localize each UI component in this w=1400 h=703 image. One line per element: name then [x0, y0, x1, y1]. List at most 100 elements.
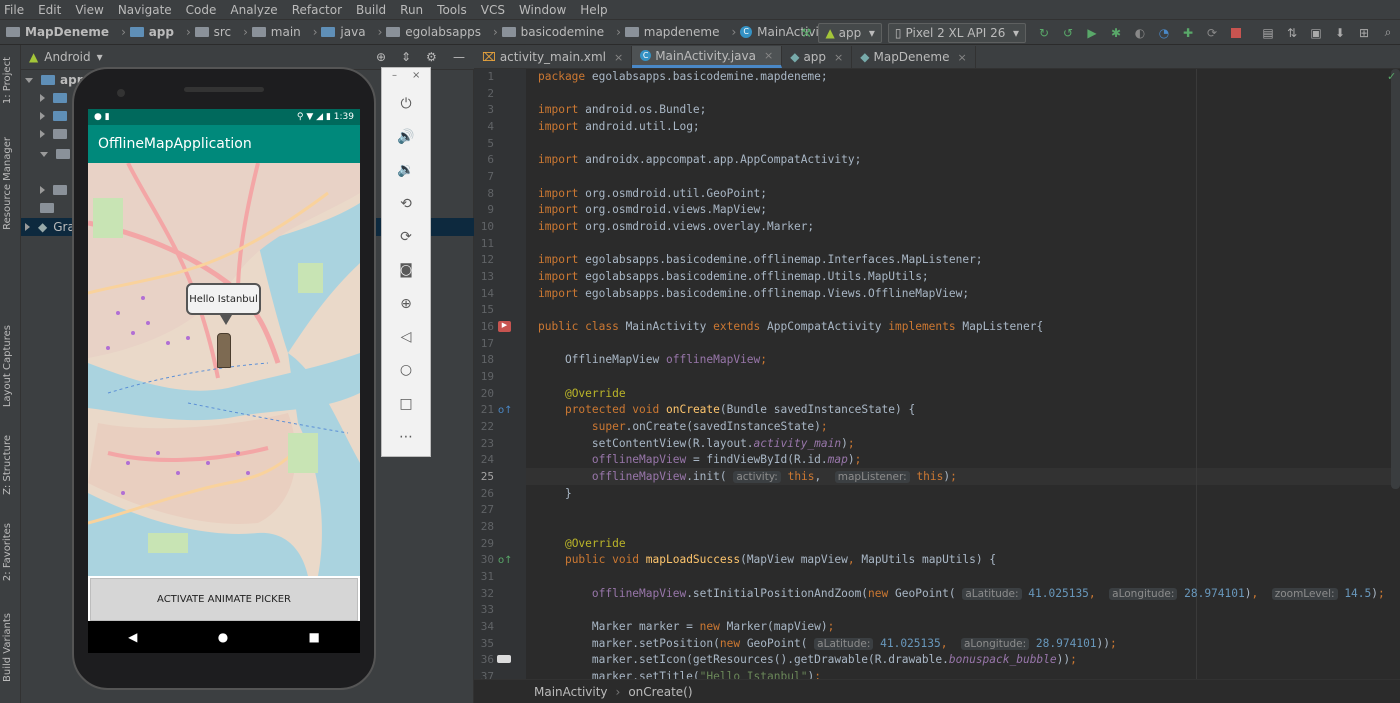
- run-gutter-icon[interactable]: ▶: [498, 321, 511, 332]
- zoom-icon[interactable]: ⊕: [396, 294, 416, 314]
- code-line: offlineMapView.init( activity: this, map…: [591, 470, 957, 483]
- marker-info-bubble[interactable]: Hello Istanbul: [186, 283, 261, 315]
- coverage-icon[interactable]: ◐: [1132, 25, 1148, 41]
- tab-activity-main-xml[interactable]: ⌧ activity_main.xml ×: [474, 46, 633, 68]
- tab-app[interactable]: ◆ app ×: [782, 46, 853, 68]
- tree-item-gradle[interactable]: ◆ Gra: [25, 218, 75, 236]
- scrollbar-thumb[interactable]: [1391, 69, 1400, 489]
- close-icon[interactable]: ×: [834, 51, 843, 64]
- close-icon[interactable]: ×: [764, 49, 773, 62]
- locate-icon[interactable]: ⊕: [376, 50, 386, 64]
- tab-mapdeneme[interactable]: ◆ MapDeneme ×: [852, 46, 976, 68]
- breadcrumb-basicodemine[interactable]: › basicodemine: [487, 25, 604, 39]
- implement-gutter-icon[interactable]: o↑: [498, 555, 513, 566]
- tree-item[interactable]: [40, 107, 72, 125]
- folder-icon: [386, 27, 401, 37]
- breadcrumb-egolabsapps[interactable]: › egolabsapps: [372, 25, 481, 39]
- back-icon[interactable]: ◁: [396, 327, 416, 347]
- overview-icon[interactable]: □: [396, 394, 416, 414]
- close-icon[interactable]: ×: [412, 70, 420, 81]
- line-number: 33: [480, 603, 494, 616]
- home-icon[interactable]: ○: [396, 360, 416, 380]
- rotate-right-icon[interactable]: ⟳: [396, 227, 416, 247]
- breadcrumb-main[interactable]: › main: [237, 25, 301, 39]
- project-view-selector[interactable]: Android: [44, 50, 90, 64]
- tree-item[interactable]: [40, 89, 72, 107]
- breadcrumb-mapdeneme[interactable]: › mapdeneme: [610, 25, 719, 39]
- menu-file[interactable]: File: [4, 3, 24, 17]
- layout-captures-tab[interactable]: Layout Captures: [2, 325, 13, 407]
- sync-icon[interactable]: ⇅: [1284, 25, 1300, 41]
- avd-manager-icon[interactable]: ▣: [1308, 25, 1324, 41]
- rotate-left-icon[interactable]: ⟲: [396, 194, 416, 214]
- back-icon[interactable]: ◀: [128, 630, 137, 644]
- menu-analyze[interactable]: Analyze: [230, 3, 277, 17]
- run-config-dropdown[interactable]: ▲ app ▾: [818, 22, 882, 43]
- volume-down-icon[interactable]: 🔉: [396, 160, 416, 180]
- menu-refactor[interactable]: Refactor: [292, 3, 342, 17]
- collapse-icon[interactable]: ⇕: [401, 50, 411, 64]
- stop-icon[interactable]: [1228, 25, 1244, 41]
- sdk-manager-icon[interactable]: ⬇: [1332, 25, 1348, 41]
- recents-icon[interactable]: ■: [309, 630, 320, 644]
- breadcrumb-src[interactable]: › src: [180, 25, 231, 39]
- tree-item[interactable]: [40, 145, 75, 163]
- close-icon[interactable]: ×: [614, 51, 623, 64]
- more-icon[interactable]: ⋯: [396, 427, 416, 447]
- attach-debugger-icon[interactable]: ✚: [1180, 25, 1196, 41]
- offline-map-view[interactable]: Hello Istanbul: [88, 163, 360, 576]
- tree-item[interactable]: [40, 199, 59, 217]
- run-icon[interactable]: ▶: [1084, 25, 1100, 41]
- galata-tower-marker-icon[interactable]: [217, 333, 231, 368]
- breadcrumb-project[interactable]: MapDeneme: [6, 25, 109, 39]
- gear-icon[interactable]: ⚙: [426, 50, 437, 64]
- apply-changes-icon[interactable]: ↻: [1036, 25, 1052, 41]
- device-dropdown[interactable]: ▯ Pixel 2 XL API 26 ▾: [887, 22, 1026, 43]
- menu-navigate[interactable]: Navigate: [118, 3, 172, 17]
- expand-icon: [25, 223, 30, 231]
- volume-up-icon[interactable]: 🔊: [396, 127, 416, 147]
- menu-view[interactable]: View: [75, 3, 103, 17]
- hide-icon[interactable]: —: [453, 50, 465, 64]
- tree-item[interactable]: [40, 125, 72, 143]
- line-number: 12: [480, 253, 494, 266]
- activate-animate-picker-button[interactable]: ACTIVATE ANIMATE PICKER: [90, 578, 358, 621]
- structure-tab[interactable]: Z: Structure: [2, 435, 13, 495]
- close-icon[interactable]: ×: [958, 51, 967, 64]
- minimize-icon[interactable]: –: [392, 70, 397, 81]
- resource-manager-tab[interactable]: Resource Manager: [2, 137, 13, 230]
- tree-item[interactable]: [40, 181, 72, 199]
- apply-code-changes-icon[interactable]: ↺: [1060, 25, 1076, 41]
- breadcrumb-java[interactable]: › java: [307, 25, 366, 39]
- favorites-tab[interactable]: 2: Favorites: [2, 523, 13, 581]
- home-icon[interactable]: ●: [218, 630, 228, 644]
- profile-icon[interactable]: ◔: [1156, 25, 1172, 41]
- layout-inspector-icon[interactable]: ⊞: [1356, 25, 1372, 41]
- debug-icon[interactable]: ✱: [1108, 25, 1124, 41]
- build-variants-tab[interactable]: Build Variants: [2, 613, 13, 682]
- menu-vcs[interactable]: VCS: [481, 3, 505, 17]
- search-icon[interactable]: ⌕: [1380, 25, 1396, 41]
- menu-code[interactable]: Code: [186, 3, 217, 17]
- chevron-down-icon[interactable]: ▾: [97, 50, 103, 64]
- menu-edit[interactable]: Edit: [38, 3, 61, 17]
- override-gutter-icon[interactable]: o↑: [498, 405, 513, 416]
- breadcrumb-method[interactable]: onCreate(): [628, 685, 692, 699]
- project-structure-icon[interactable]: ▤: [1260, 25, 1276, 41]
- breadcrumb-class[interactable]: MainActivity: [534, 685, 608, 699]
- screenshot-icon[interactable]: ◙: [396, 260, 416, 280]
- menu-window[interactable]: Window: [519, 3, 566, 17]
- menu-run[interactable]: Run: [400, 3, 423, 17]
- editor-scrollbar[interactable]: [1391, 69, 1400, 679]
- hammer-icon[interactable]: ⚒: [798, 25, 814, 41]
- tab-main-activity-java[interactable]: C MainActivity.java ×: [632, 46, 783, 68]
- rerun-icon[interactable]: ⟳: [1204, 25, 1220, 41]
- run-toolbar: ⚒ ▲ app ▾ ▯ Pixel 2 XL API 26 ▾ ↻ ↺ ▶ ✱ ◐ …: [794, 20, 1400, 45]
- menu-help[interactable]: Help: [580, 3, 607, 17]
- menu-tools[interactable]: Tools: [437, 3, 467, 17]
- emulator-screen[interactable]: ● ▮ ⚲ ▼ ◢ ▮ 1:39 OfflineMapApplication H…: [88, 109, 360, 653]
- project-tool-tab[interactable]: 1: Project: [2, 57, 13, 104]
- menu-build[interactable]: Build: [356, 3, 386, 17]
- power-icon[interactable]: ⏻: [396, 94, 416, 114]
- breadcrumb-app[interactable]: › app: [115, 25, 174, 39]
